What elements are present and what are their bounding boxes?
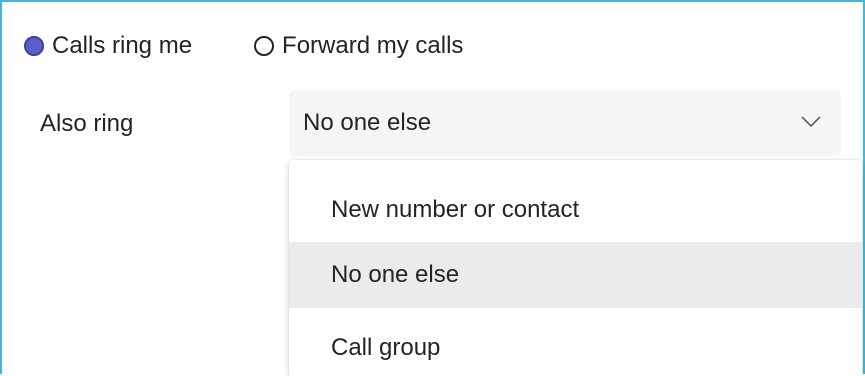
forward-my-calls-radio[interactable]: Forward my calls	[254, 32, 463, 60]
menu-item-label: Call group	[331, 334, 441, 361]
forward-my-calls-label: Forward my calls	[282, 32, 464, 59]
radio-checked-icon	[24, 36, 44, 56]
menu-item-label: New number or contact	[331, 196, 580, 223]
chevron-down-icon	[801, 116, 821, 128]
call-mode-radio-group: Calls ring me Forward my calls	[24, 32, 463, 60]
also-ring-label: Also ring	[40, 110, 134, 137]
radio-unchecked-icon	[254, 36, 275, 56]
menu-item-label: No one else	[331, 261, 460, 288]
menu-item-call-group[interactable]: Call group	[289, 316, 862, 376]
also-ring-dropdown[interactable]: No one else	[289, 90, 841, 156]
settings-panel: Calls ring me Forward my calls Also ring…	[0, 0, 865, 376]
also-ring-selected-value: No one else	[303, 109, 432, 136]
also-ring-options-menu: New number or contact No one else Call g…	[289, 160, 862, 376]
calls-ring-me-label: Calls ring me	[52, 32, 193, 59]
calls-ring-me-radio[interactable]: Calls ring me	[24, 32, 192, 60]
menu-item-new-number-or-contact[interactable]: New number or contact	[289, 178, 862, 242]
menu-item-no-one-else[interactable]: No one else	[289, 242, 862, 308]
